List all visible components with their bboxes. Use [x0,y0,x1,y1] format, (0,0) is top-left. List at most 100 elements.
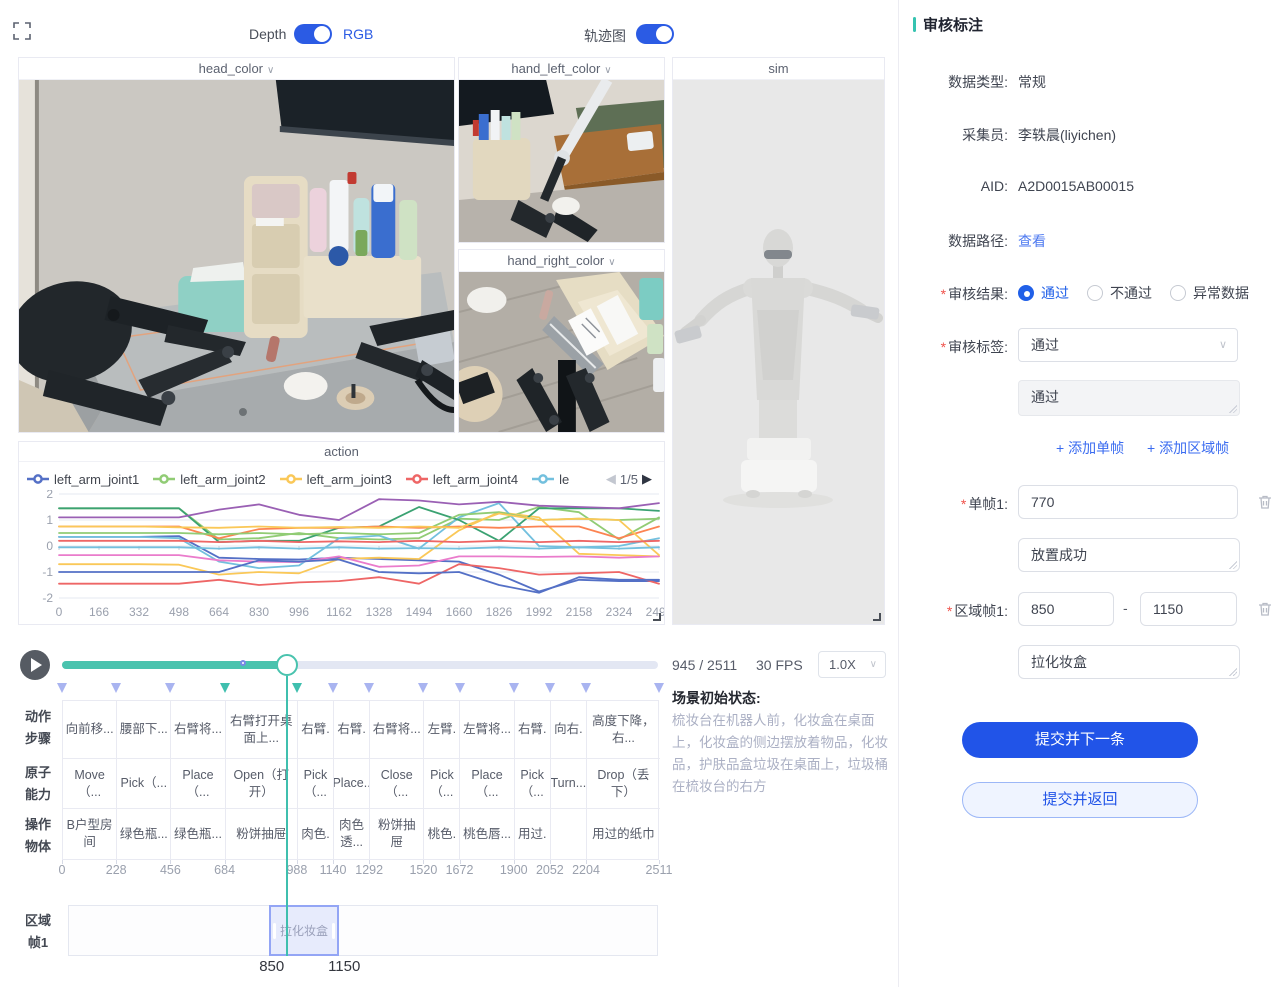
step-column[interactable]: 向右.Turn... [551,701,587,859]
data-path-view-link[interactable]: 查看 [1018,231,1046,251]
step-name-cell: 左臂. [424,701,459,759]
step-boundary-marker[interactable] [220,683,230,693]
submit-next-button[interactable]: 提交并下一条 [962,722,1198,758]
resize-grip-icon[interactable] [1228,404,1237,413]
legend-item[interactable]: le [532,472,569,487]
review-tag-note[interactable]: 通过 [1018,380,1240,416]
review-result-radio-label[interactable]: 不通过 [1110,283,1152,303]
review-result-radio[interactable] [1087,285,1103,301]
step-column[interactable]: 右臂.Pick（...用过. [515,701,551,859]
step-column[interactable]: 右臂.Place..肉色透... [334,701,370,859]
add-region-frame-link[interactable]: + 添加区域帧 [1147,438,1229,458]
step-boundary-marker[interactable] [418,683,428,693]
chevron-down-icon: ∨ [267,65,274,76]
region-frame-label: *区域帧1: [912,601,1008,621]
step-boundary-marker[interactable] [111,683,121,693]
step-boundary-marker[interactable] [165,683,175,693]
legend-item[interactable]: left_arm_joint3 [280,472,392,487]
panel-resize-handle[interactable] [873,613,881,621]
region-frame-block[interactable]: 拉化妆盒 [269,905,339,956]
step-boundary-marker[interactable] [654,683,664,693]
step-name-cell: 向右. [551,701,586,759]
step-boundary-marker[interactable] [509,683,519,693]
review-result-radio-label[interactable]: 通过 [1041,283,1069,303]
head-camera-header[interactable]: head_color ∨ [19,58,454,80]
review-result-radio-label[interactable]: 异常数据 [1193,283,1249,303]
svg-text:2158: 2158 [566,605,593,619]
scene-state-title: 场景初始状态: [672,688,761,708]
object-cell: B户型房间 [63,809,116,859]
legend-item[interactable]: left_arm_joint2 [153,472,265,487]
legend-item[interactable]: left_arm_joint1 [27,472,139,487]
review-result-radio[interactable] [1170,285,1186,301]
region-frame-track[interactable]: 拉化妆盒 [68,905,658,956]
step-column[interactable]: 右臂.Pick（...肉色. [298,701,334,859]
step-column[interactable]: 左臂.Pick（...桃色. [424,701,460,859]
chevron-down-icon: ∨ [870,652,877,677]
add-single-frame-link[interactable]: + 添加单帧 [1056,438,1124,458]
row-label-objects: 操作物体 [22,814,54,858]
step-boundary-marker[interactable] [581,683,591,693]
hand-left-camera-image [459,80,664,242]
step-boundary-marker[interactable] [292,683,302,693]
head-camera-title: head_color [199,61,263,76]
play-button[interactable] [20,650,50,680]
submit-return-button[interactable]: 提交并返回 [962,782,1198,818]
single-frame-note[interactable]: 放置成功 [1018,538,1240,572]
legend-marker-icon [280,474,302,484]
single-frame-input[interactable] [1018,485,1238,519]
review-section-title: 审核标注 [923,14,983,35]
current-frame-cursor [286,676,288,956]
step-column[interactable]: 左臂将...Place（...桃色唇... [460,701,514,859]
legend-item-label: le [559,472,569,487]
step-boundary-marker[interactable] [455,683,465,693]
legend-prev-icon[interactable]: ◀ [602,471,620,487]
step-column[interactable]: 腰部下...Pick（...绿色瓶... [117,701,171,859]
panel-resize-handle[interactable] [653,613,661,621]
slider-handle[interactable] [276,654,298,676]
region-end-input[interactable] [1140,592,1237,626]
single-frame-label: *单帧1: [912,494,1008,514]
depth-rgb-toggle[interactable] [294,24,332,44]
step-boundary-marker[interactable] [57,683,67,693]
chevron-down-icon: ∨ [604,65,611,76]
svg-text:664: 664 [209,605,229,619]
head-camera-image [19,80,454,432]
delete-region-frame-icon[interactable] [1256,600,1274,618]
legend-item-label: left_arm_joint1 [54,472,139,487]
delete-single-frame-icon[interactable] [1256,493,1274,511]
step-boundary-marker[interactable] [364,683,374,693]
chart-legend: left_arm_joint1 left_arm_joint2 left_arm_j… [27,472,602,487]
playback-speed-select[interactable]: 1.0X∨ [818,651,886,678]
region-frame-note[interactable]: 拉化妆盒 [1018,645,1240,679]
fullscreen-icon[interactable] [13,22,31,40]
region-start-input[interactable] [1018,592,1114,626]
review-result-radio[interactable] [1018,285,1034,301]
review-tag-select[interactable]: 通过∨ [1018,328,1238,362]
step-column[interactable]: 高度下降，右...Drop（丢下）用过的纸巾 [587,701,660,859]
hand-left-camera-header[interactable]: hand_left_color ∨ [459,58,664,80]
playback-slider[interactable] [62,661,658,669]
resize-grip-icon[interactable] [1228,560,1237,569]
svg-text:332: 332 [129,605,149,619]
step-column[interactable]: 右臂将...Place（...绿色瓶... [171,701,225,859]
legend-next-icon[interactable]: ▶ [638,471,656,487]
trajectory-toggle[interactable] [636,24,674,44]
step-column[interactable]: 向前移...Move（...B户型房间 [63,701,117,859]
step-name-cell: 右臂将... [171,701,224,759]
resize-grip-icon[interactable] [1228,667,1237,676]
hand-left-camera-title: hand_left_color [511,61,600,76]
aid-value: A2D0015AB00015 [1018,178,1134,194]
hand-right-camera-header[interactable]: hand_right_color∨ [459,250,664,272]
joint-trajectory-chart[interactable]: 210-1-2016633249866483099611621328149416… [19,490,665,624]
legend-item[interactable]: left_arm_joint4 [406,472,518,487]
object-cell: 肉色透... [334,809,369,859]
object-cell [551,809,586,859]
atomic-ability-cell: Pick（... [117,759,170,809]
hand-right-camera-panel: hand_right_color∨ [458,249,665,433]
step-column[interactable]: 右臂将...Close（...粉饼抽屉 [370,701,424,859]
step-boundary-marker[interactable] [328,683,338,693]
step-boundary-marker[interactable] [545,683,555,693]
svg-text:0: 0 [46,539,53,553]
range-separator: - [1123,600,1128,616]
